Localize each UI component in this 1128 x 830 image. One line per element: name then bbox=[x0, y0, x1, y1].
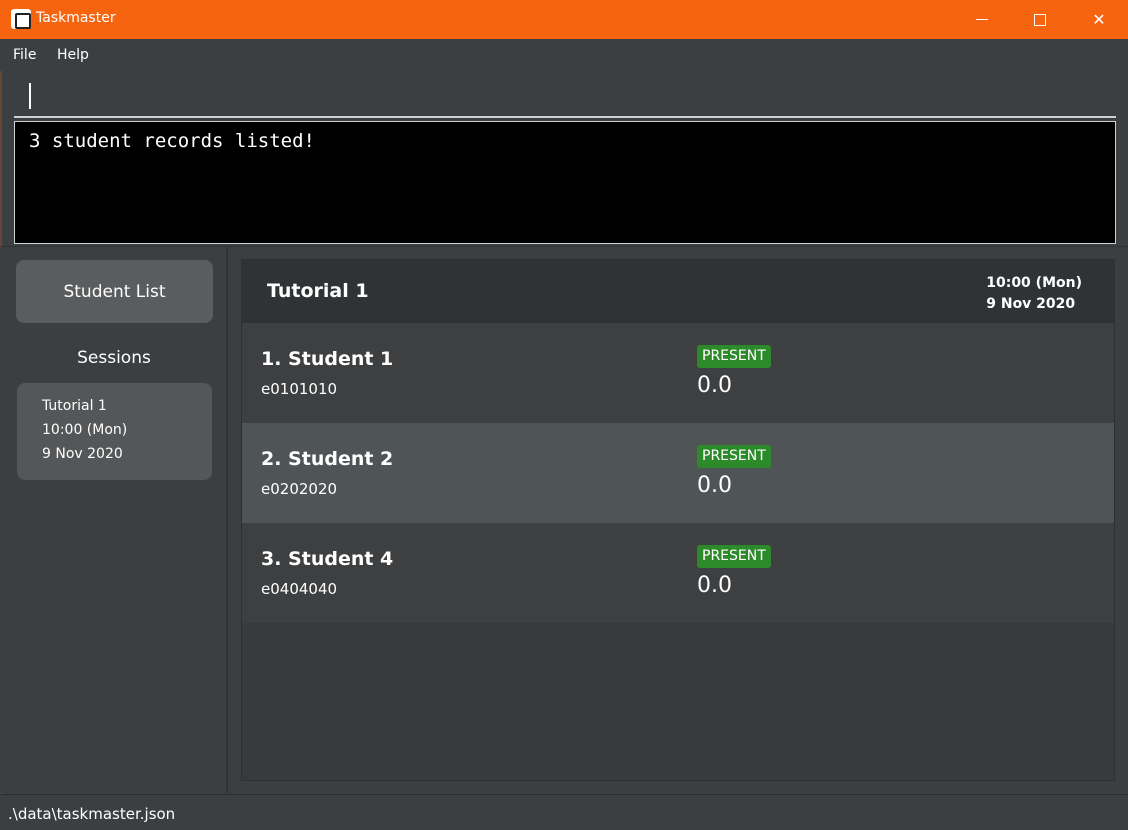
menu-file[interactable]: File bbox=[13, 47, 36, 63]
sidebar: Student List Sessions Tutorial 1 10:00 (… bbox=[0, 247, 228, 793]
window-title: Taskmaster bbox=[36, 10, 116, 26]
student-list-button[interactable]: Student List bbox=[16, 260, 213, 323]
session-card-name: Tutorial 1 bbox=[42, 398, 107, 414]
status-bar: .\data\taskmaster.json bbox=[0, 794, 1128, 830]
student-record-row[interactable]: 3. Student 4 e0404040 PRESENT 0.0 bbox=[242, 523, 1114, 623]
data-file-path: .\data\taskmaster.json bbox=[8, 805, 176, 823]
text-caret bbox=[29, 83, 31, 109]
student-record-row[interactable]: 1. Student 1 e0101010 PRESENT 0.0 bbox=[242, 323, 1114, 423]
student-name: 2. Student 2 bbox=[261, 448, 394, 470]
student-name: 3. Student 4 bbox=[261, 548, 394, 570]
session-card-time: 10:00 (Mon) bbox=[42, 422, 128, 438]
result-display[interactable]: 3 student records listed! bbox=[14, 121, 1116, 244]
minimize-button[interactable] bbox=[953, 0, 1011, 39]
student-record-row[interactable]: 2. Student 2 e0202020 PRESENT 0.0 bbox=[242, 423, 1114, 523]
app-icon bbox=[11, 9, 31, 29]
attendance-status-badge: PRESENT bbox=[697, 345, 771, 368]
attendance-status-badge: PRESENT bbox=[697, 445, 771, 468]
menu-bar: File Help bbox=[0, 39, 1128, 71]
session-date: 9 Nov 2020 bbox=[986, 296, 1076, 312]
session-panel: Tutorial 1 10:00 (Mon) 9 Nov 2020 1. Stu… bbox=[241, 259, 1115, 781]
session-card[interactable]: Tutorial 1 10:00 (Mon) 9 Nov 2020 bbox=[17, 383, 212, 480]
student-name: 1. Student 1 bbox=[261, 348, 394, 370]
maximize-button[interactable] bbox=[1011, 0, 1069, 39]
attendance-status-badge: PRESENT bbox=[697, 545, 771, 568]
session-title: Tutorial 1 bbox=[267, 280, 369, 302]
participation-score: 0.0 bbox=[697, 473, 732, 498]
session-datetime: 10:00 (Mon) 9 Nov 2020 bbox=[986, 273, 1082, 315]
session-time: 10:00 (Mon) bbox=[986, 275, 1082, 291]
title-bar: Taskmaster ✕ bbox=[0, 0, 1128, 39]
session-card-date: 9 Nov 2020 bbox=[42, 446, 123, 462]
sessions-heading: Sessions bbox=[77, 348, 151, 368]
close-button[interactable]: ✕ bbox=[1070, 0, 1128, 39]
participation-score: 0.0 bbox=[697, 373, 732, 398]
result-message: 3 student records listed! bbox=[29, 130, 315, 152]
command-input[interactable] bbox=[14, 75, 1116, 118]
minimize-icon bbox=[976, 19, 988, 20]
participation-score: 0.0 bbox=[697, 573, 732, 598]
menu-help[interactable]: Help bbox=[57, 47, 89, 63]
close-icon: ✕ bbox=[1092, 10, 1106, 29]
session-header: Tutorial 1 10:00 (Mon) 9 Nov 2020 bbox=[242, 260, 1114, 323]
student-id: e0101010 bbox=[261, 380, 338, 398]
maximize-icon bbox=[1034, 13, 1046, 26]
student-id: e0202020 bbox=[261, 480, 338, 498]
student-id: e0404040 bbox=[261, 580, 338, 598]
